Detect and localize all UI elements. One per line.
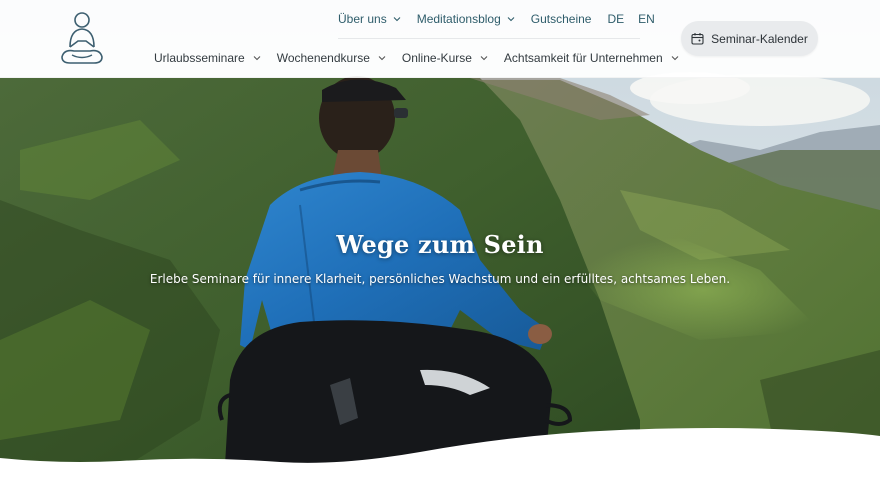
hero-title: Wege zum Sein — [336, 230, 544, 259]
nav-label: Meditationsblog — [416, 12, 501, 26]
hero-subtitle: Erlebe Seminare für innere Klarheit, per… — [149, 272, 731, 286]
chevron-down-icon — [378, 56, 386, 61]
hero-bottom-wave — [0, 428, 880, 495]
language-de[interactable]: DE — [607, 12, 624, 26]
nav-item-urlaubsseminare[interactable]: Urlaubsseminare — [154, 51, 261, 65]
main-navigation: Urlaubsseminare Wochenendkurse Online-Ku… — [154, 49, 695, 67]
nav-item-ueber-uns[interactable]: Über uns — [338, 12, 401, 26]
seminar-calendar-button[interactable]: Seminar-Kalender — [681, 21, 818, 56]
chevron-down-icon — [393, 17, 401, 22]
chevron-down-icon — [507, 17, 515, 22]
nav-label: Wochenendkurse — [276, 51, 370, 65]
nav-label: Urlaubsseminare — [154, 51, 245, 65]
calendar-icon — [691, 33, 704, 45]
nav-item-meditationsblog[interactable]: Meditationsblog — [417, 12, 515, 26]
site-header: Über uns Meditationsblog Gutscheine DE E… — [0, 0, 880, 78]
top-navigation: Über uns Meditationsblog Gutscheine DE E… — [338, 10, 669, 28]
nav-divider — [338, 38, 640, 39]
chevron-down-icon — [480, 56, 488, 61]
language-en[interactable]: EN — [638, 12, 655, 26]
nav-item-gutscheine[interactable]: Gutscheine — [531, 12, 592, 26]
chevron-down-icon — [253, 56, 261, 61]
calendar-button-label: Seminar-Kalender — [711, 31, 808, 46]
nav-item-wochenendkurse[interactable]: Wochenendkurse — [277, 51, 386, 65]
language-label: DE — [607, 12, 625, 26]
nav-label: Gutscheine — [530, 12, 592, 26]
nav-item-achtsamkeit-unternehmen[interactable]: Achtsamkeit für Unternehmen — [504, 51, 679, 65]
nav-label: Online-Kurse — [401, 51, 472, 65]
meditating-person-icon[interactable] — [58, 11, 106, 67]
nav-label: Achtsamkeit für Unternehmen — [503, 51, 663, 65]
nav-label: Über uns — [338, 12, 387, 26]
chevron-down-icon — [671, 56, 679, 61]
language-label: EN — [638, 12, 655, 26]
nav-item-online-kurse[interactable]: Online-Kurse — [402, 51, 488, 65]
